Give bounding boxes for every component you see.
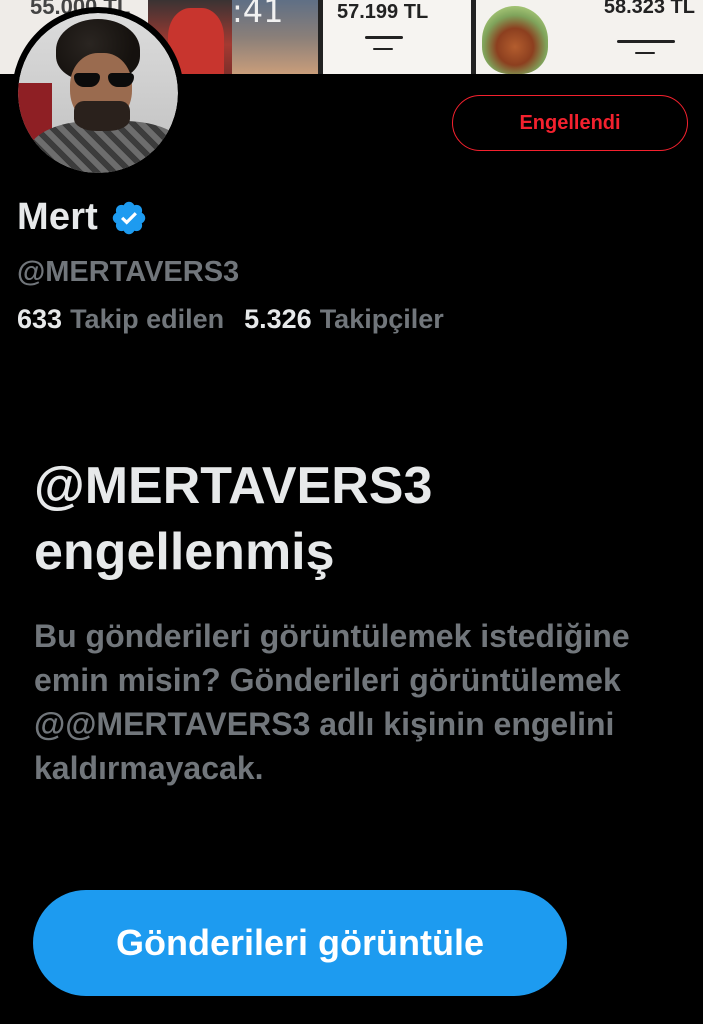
profile-name: Mert — [17, 196, 99, 238]
banner-tile-4: 57.199 TL — [323, 0, 471, 74]
banner-price-2: 57.199 TL — [337, 1, 429, 23]
followers-count: 5.326 — [244, 304, 312, 334]
blocked-button[interactable]: Engellendi — [452, 95, 688, 151]
followers-label: Takipçiler — [319, 304, 444, 334]
profile-stats: 633 Takip edilen 5.326 Takipçiler — [17, 304, 444, 335]
blocked-notice-title: @MERTAVERS3 engellenmiş — [34, 457, 433, 581]
avatar[interactable] — [12, 7, 184, 179]
banner-dash — [617, 40, 675, 43]
banner-tile-5: 58.323 TL — [476, 0, 703, 74]
avatar-image — [18, 13, 178, 173]
profile-handle: @MERTAVERS3 — [17, 256, 240, 288]
following-label: Takip edilen — [70, 304, 225, 334]
avatar-sunglasses — [74, 73, 140, 89]
followers-link[interactable]: 5.326 Takipçiler — [244, 304, 444, 335]
profile-name-row: Mert — [17, 196, 148, 239]
banner-tile-3: :41 — [232, 0, 318, 74]
following-link[interactable]: 633 Takip edilen — [17, 304, 224, 335]
view-posts-button[interactable]: Gönderileri görüntüle — [33, 890, 567, 996]
banner-time-text: :41 — [232, 0, 284, 30]
verified-badge-icon[interactable] — [110, 199, 148, 237]
banner-dash — [635, 52, 655, 54]
banner-dash — [373, 48, 393, 50]
banner-food-image — [482, 6, 548, 74]
avatar-beard — [74, 101, 130, 131]
blocked-notice-description: Bu gönderileri görüntülemek istediğine e… — [34, 618, 630, 786]
following-count: 633 — [17, 304, 63, 334]
banner-dash — [365, 36, 403, 39]
banner-price-3: 58.323 TL — [603, 0, 695, 18]
